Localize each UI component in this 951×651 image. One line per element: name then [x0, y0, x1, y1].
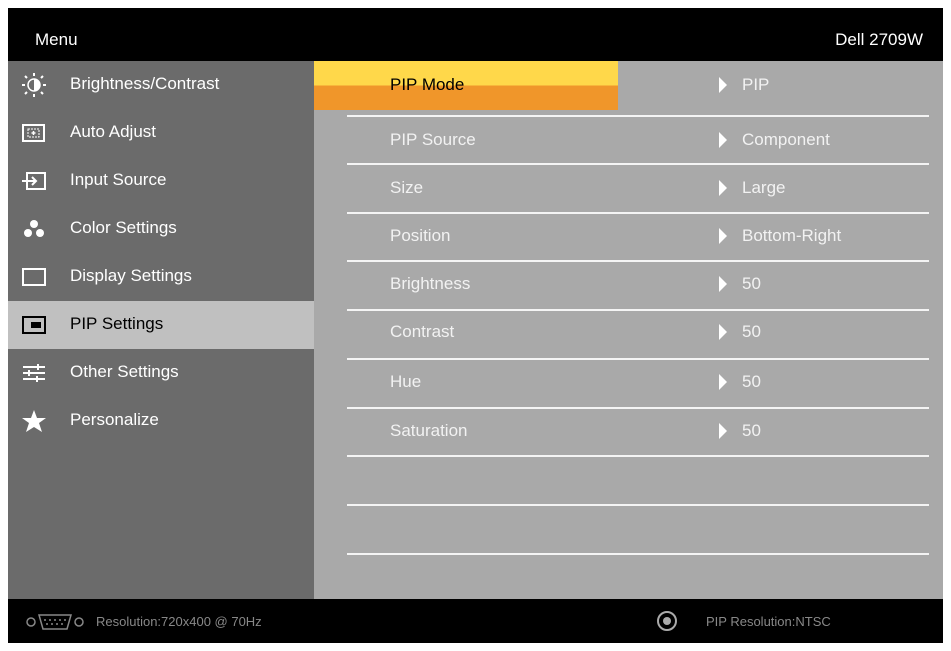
sidebar-item-other-settings[interactable]: Other Settings: [8, 349, 314, 397]
monitor-osd: Menu Dell 2709W Brightness/Contrast Auto…: [8, 8, 943, 643]
setting-value: 50: [742, 322, 761, 341]
setting-value: PIP: [742, 75, 770, 94]
sidebar-item-label: Other Settings: [70, 362, 179, 381]
pip-settings-panel: PIP Mode PIP PIP Source Component Size L…: [314, 61, 943, 599]
divider: [347, 455, 929, 457]
setting-label: Position: [390, 226, 451, 245]
sidebar-item-label: Input Source: [70, 170, 167, 189]
setting-label: Brightness: [390, 274, 471, 293]
sidebar-item-pip-settings[interactable]: PIP Settings: [8, 301, 314, 349]
setting-row-pip-mode[interactable]: PIP Mode PIP: [314, 61, 943, 110]
sidebar-item-label: Personalize: [70, 410, 159, 429]
selection-highlight: [314, 61, 618, 110]
setting-label: PIP Mode: [390, 75, 465, 94]
sidebar-item-auto-adjust[interactable]: Auto Adjust: [8, 109, 314, 157]
setting-label: Size: [390, 178, 424, 197]
setting-label: Saturation: [390, 421, 468, 440]
setting-value: 50: [742, 372, 761, 391]
setting-row-hue[interactable]: Hue 50: [314, 358, 943, 406]
pip-resolution-status: PIP Resolution:NTSC: [706, 614, 831, 629]
sidebar-item-label: Color Settings: [70, 218, 177, 237]
sidebar-item-label: Auto Adjust: [70, 122, 157, 141]
sliders-icon: [23, 364, 45, 382]
resolution-status: Resolution:720x400 @ 70Hz: [96, 614, 262, 629]
status-bar: Resolution:720x400 @ 70Hz PIP Resolution…: [8, 599, 943, 643]
sidebar-item-display-settings[interactable]: Display Settings: [8, 253, 314, 301]
pip-icon: [22, 316, 46, 334]
display-rectangle-icon: [22, 268, 46, 286]
setting-row-saturation[interactable]: Saturation 50: [314, 407, 943, 455]
setting-value: 50: [742, 274, 761, 293]
arrow-right-icon: [719, 77, 727, 93]
setting-row-position[interactable]: Position Bottom-Right: [314, 212, 943, 260]
setting-label: Hue: [390, 372, 422, 391]
menu-title: Menu: [35, 30, 78, 49]
sidebar-item-label: PIP Settings: [70, 314, 164, 333]
osd-header: Menu Dell 2709W: [8, 8, 943, 61]
arrow-right-icon: [719, 132, 727, 148]
arrow-right-icon: [719, 423, 727, 439]
arrow-right-icon: [719, 374, 727, 390]
sidebar-item-label: Brightness/Contrast: [70, 74, 220, 93]
setting-label: Contrast: [390, 322, 455, 341]
auto-adjust-icon: [22, 124, 45, 142]
setting-value: Large: [742, 178, 786, 197]
setting-row-brightness[interactable]: Brightness 50: [314, 260, 943, 308]
arrow-right-icon: [719, 276, 727, 292]
sidebar: Brightness/Contrast Auto Adjust Input So…: [8, 61, 314, 599]
divider: [347, 504, 929, 506]
setting-value: 50: [742, 421, 761, 440]
star-icon: [22, 410, 46, 432]
vga-connector-icon: [26, 614, 84, 630]
sidebar-item-input-source[interactable]: Input Source: [8, 157, 314, 205]
sidebar-item-personalize[interactable]: Personalize: [8, 397, 314, 445]
color-dots-icon: [24, 220, 44, 237]
sun-icon: [22, 73, 46, 97]
sidebar-item-color-settings[interactable]: Color Settings: [8, 205, 314, 253]
arrow-right-icon: [719, 324, 727, 340]
setting-value: Bottom-Right: [742, 226, 842, 245]
component-connector-icon: [657, 611, 677, 631]
setting-row-contrast[interactable]: Contrast 50: [314, 308, 943, 356]
sidebar-item-label: Display Settings: [70, 266, 192, 285]
setting-value: Component: [742, 130, 830, 149]
setting-label: PIP Source: [390, 130, 476, 149]
divider: [347, 553, 929, 555]
arrow-right-icon: [719, 180, 727, 196]
input-source-icon: [22, 172, 46, 190]
arrow-right-icon: [719, 228, 727, 244]
setting-row-pip-source[interactable]: PIP Source Component: [314, 116, 943, 164]
setting-row-size[interactable]: Size Large: [314, 164, 943, 212]
model-name: Dell 2709W: [835, 30, 923, 49]
sidebar-item-brightness-contrast[interactable]: Brightness/Contrast: [8, 61, 314, 109]
